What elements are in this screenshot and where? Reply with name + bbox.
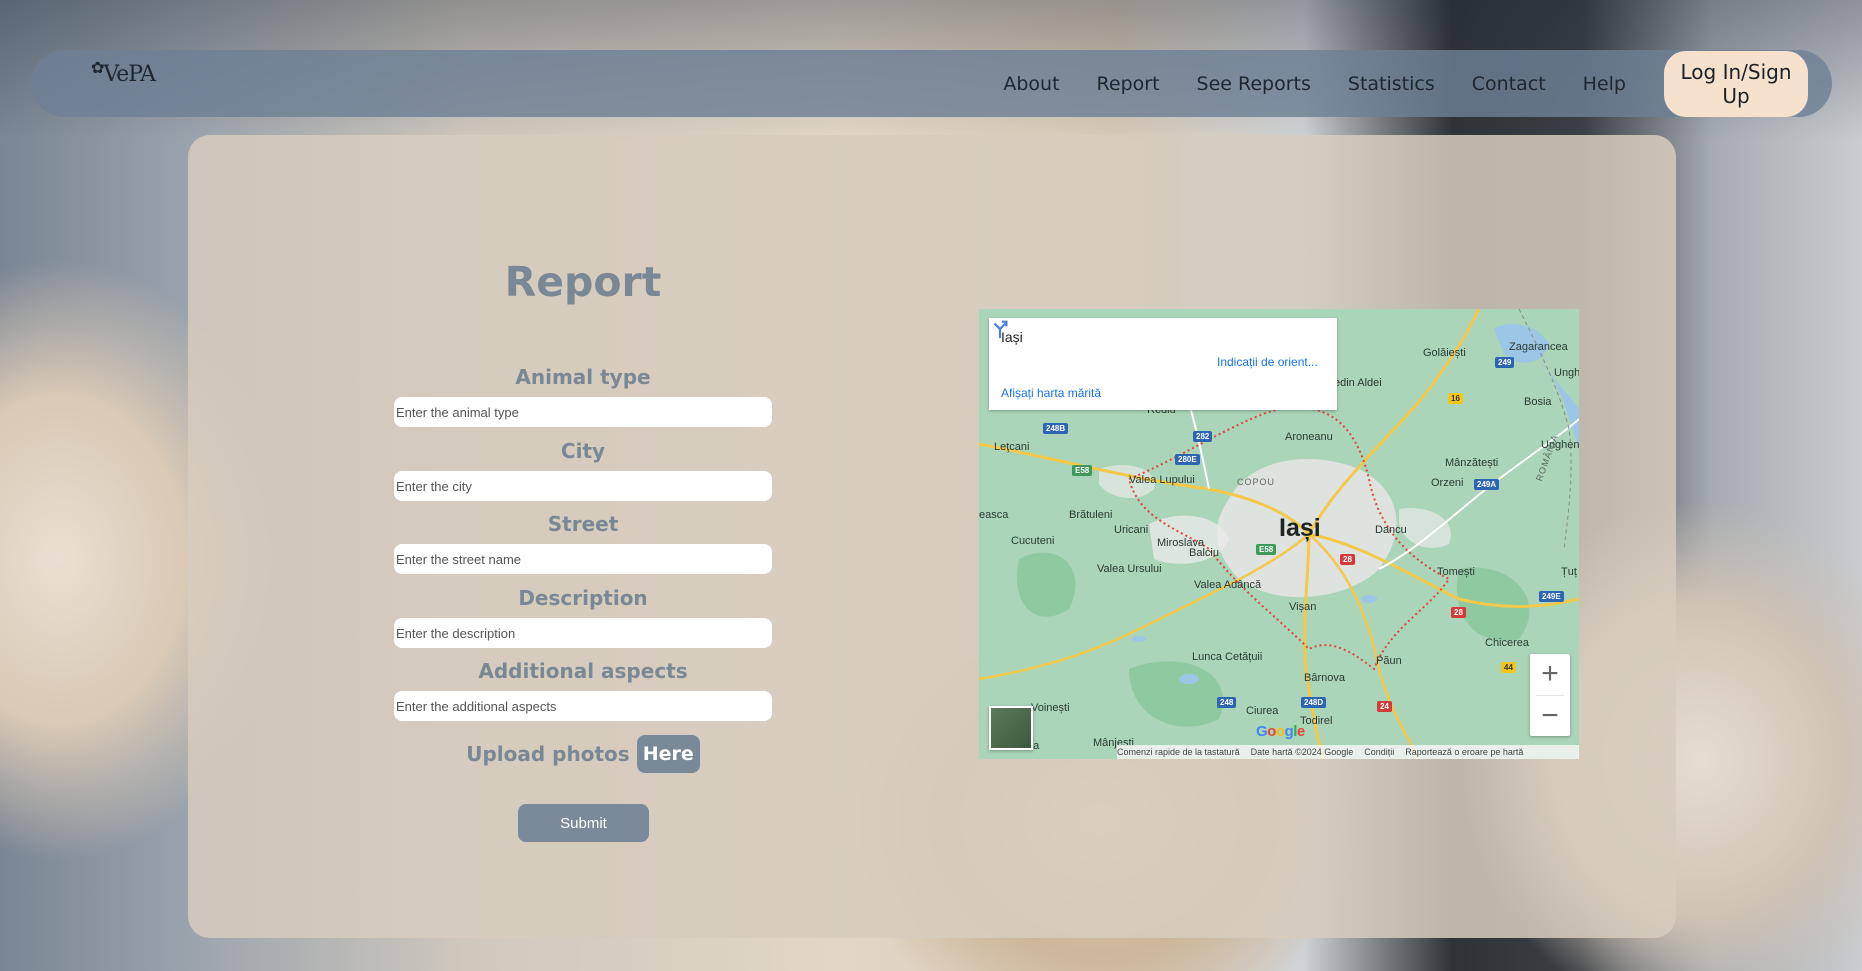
map-layer-toggle[interactable]: [989, 706, 1033, 750]
nav-link-about[interactable]: About: [1003, 73, 1059, 95]
map-place: Brătuleni: [1069, 509, 1113, 521]
map-place: Todirel: [1300, 715, 1333, 727]
map-place: Mânzătești: [1445, 457, 1499, 469]
road-badge: 24: [1377, 701, 1392, 712]
road-badge: 248D: [1301, 697, 1327, 708]
upload-photos-label: Upload photos: [466, 742, 630, 766]
map-place: Golăiești: [1423, 347, 1466, 359]
map-place: Zagarancea: [1509, 341, 1568, 353]
road-badge: E58: [1256, 544, 1277, 555]
directions-icon[interactable]: [989, 318, 1011, 340]
zoom-in-button[interactable]: +: [1530, 654, 1570, 695]
zoom-out-button[interactable]: −: [1530, 696, 1570, 737]
map-city-label: Iași: [1279, 514, 1321, 542]
road-badge: 28: [1451, 607, 1466, 618]
road-badge: 249E: [1539, 591, 1564, 602]
road-badge: 28: [1340, 554, 1355, 565]
nav-link-see-reports[interactable]: See Reports: [1197, 73, 1311, 95]
map-place: Leţcani: [994, 441, 1030, 453]
view-larger-map-link[interactable]: Afișați harta mărită: [1001, 386, 1101, 400]
map-place: Ungh: [1554, 367, 1579, 379]
submit-button[interactable]: Submit: [518, 804, 649, 842]
road-badge: 249A: [1474, 479, 1500, 490]
map-place: Cucuteni: [1011, 535, 1055, 547]
nav-link-report[interactable]: Report: [1097, 73, 1160, 95]
report-map-error-link[interactable]: Raportează o eroare pe hartă: [1405, 747, 1523, 757]
street-input[interactable]: [394, 544, 772, 574]
directions-link[interactable]: Indicații de orient...: [1217, 355, 1318, 369]
map-place: Valea Ursului: [1097, 563, 1162, 575]
road-badge: 280E: [1175, 454, 1200, 465]
navbar: ✿VePA About Report See Reports Statistic…: [31, 50, 1832, 117]
report-form: Report Animal type City Street Descripti…: [188, 135, 978, 938]
road-badge: 248B: [1043, 423, 1069, 434]
road-badge: 248: [1217, 697, 1237, 708]
map-place: Valea Lupului: [1129, 474, 1195, 486]
map-place: Păun: [1376, 655, 1402, 667]
upload-row: Upload photos Here: [188, 735, 978, 773]
map-place: Chicerea: [1485, 637, 1530, 649]
road-badge: 282: [1193, 431, 1213, 442]
map-embed[interactable]: Iași Golăiești Zagarancea Ungh Bosia Ung…: [979, 309, 1579, 759]
road-badge: 16: [1448, 393, 1463, 404]
description-label: Description: [518, 586, 648, 610]
map-place: Ciurea: [1246, 705, 1279, 717]
flower-icon: ✿: [91, 58, 104, 77]
page-title: Report: [504, 258, 662, 306]
map-place: Bârnova: [1304, 672, 1345, 684]
map-place: easca: [979, 509, 1009, 521]
map-place: Orzeni: [1431, 477, 1464, 489]
city-label: City: [560, 439, 606, 463]
city-input[interactable]: [394, 471, 772, 501]
additional-aspects-label: Additional aspects: [478, 659, 688, 683]
animal-type-label: Animal type: [515, 365, 651, 389]
street-label: Street: [547, 512, 619, 536]
map-place: Lunca Cetățuii: [1192, 651, 1263, 663]
zoom-controls: + −: [1530, 654, 1570, 736]
road-badge: 249: [1495, 357, 1515, 368]
nav-links: About Report See Reports Statistics Cont…: [966, 50, 1808, 117]
terms-link[interactable]: Condiții: [1364, 747, 1394, 757]
keyboard-shortcuts-link[interactable]: Comenzi rapide de la tastatură: [1117, 747, 1240, 757]
description-input[interactable]: [394, 618, 772, 648]
map-place: Balciu: [1189, 547, 1219, 559]
map-place: Vișan: [1289, 601, 1317, 613]
road-badge: E58: [1072, 465, 1093, 476]
animal-type-input[interactable]: [394, 397, 772, 427]
map-place: Bosia: [1524, 396, 1552, 408]
map-place: Voinești: [1031, 702, 1070, 714]
map-place: Valea Adâncă: [1194, 579, 1262, 591]
report-panel: Report Animal type City Street Descripti…: [188, 135, 1676, 938]
nav-link-contact[interactable]: Contact: [1472, 73, 1546, 95]
logo[interactable]: ✿VePA: [91, 58, 156, 87]
map-place: Uricani: [1114, 524, 1149, 536]
logo-text: VePA: [103, 62, 156, 87]
map-data-attribution: Date hartă ©2024 Google: [1250, 747, 1354, 757]
map-place-card: Iași Indicații de orient... Afișați hart…: [989, 318, 1337, 410]
map-place: Tomești: [1437, 566, 1475, 578]
map-place: Dancu: [1375, 524, 1407, 536]
road-badge: 44: [1501, 662, 1516, 673]
map-place: Aroneanu: [1285, 431, 1333, 443]
login-signup-button[interactable]: Log In/Sign Up: [1664, 50, 1808, 117]
map-place: edin Aldei: [1334, 377, 1382, 389]
map-place: Țuț: [1561, 566, 1577, 578]
nav-link-statistics[interactable]: Statistics: [1348, 73, 1435, 95]
map-footer: Comenzi rapide de la tastatură Date hart…: [1117, 745, 1579, 759]
map-district: COPOU: [1237, 477, 1276, 487]
google-logo: Google: [1256, 723, 1305, 740]
upload-here-button[interactable]: Here: [636, 735, 700, 773]
nav-link-help[interactable]: Help: [1583, 73, 1626, 95]
additional-aspects-input[interactable]: [394, 691, 772, 721]
